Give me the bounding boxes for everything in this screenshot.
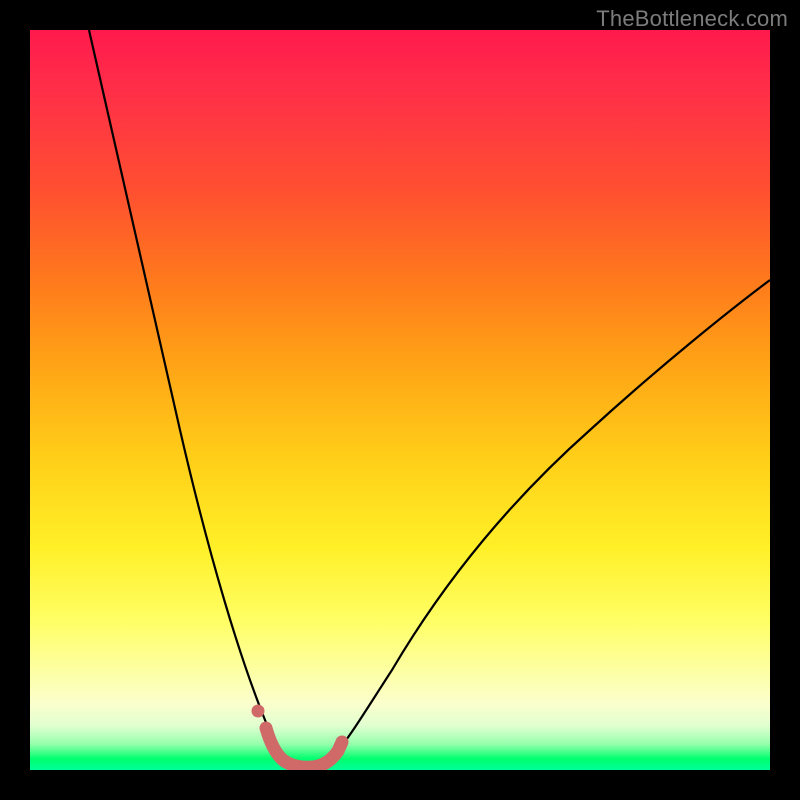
highlight-dot bbox=[252, 705, 265, 718]
highlight-floor bbox=[266, 728, 342, 767]
watermark-text: TheBottleneck.com bbox=[596, 6, 788, 32]
plot-area bbox=[30, 30, 770, 770]
chart-frame: TheBottleneck.com bbox=[0, 0, 800, 800]
bottleneck-curve bbox=[30, 30, 770, 770]
curve-path bbox=[89, 30, 770, 763]
